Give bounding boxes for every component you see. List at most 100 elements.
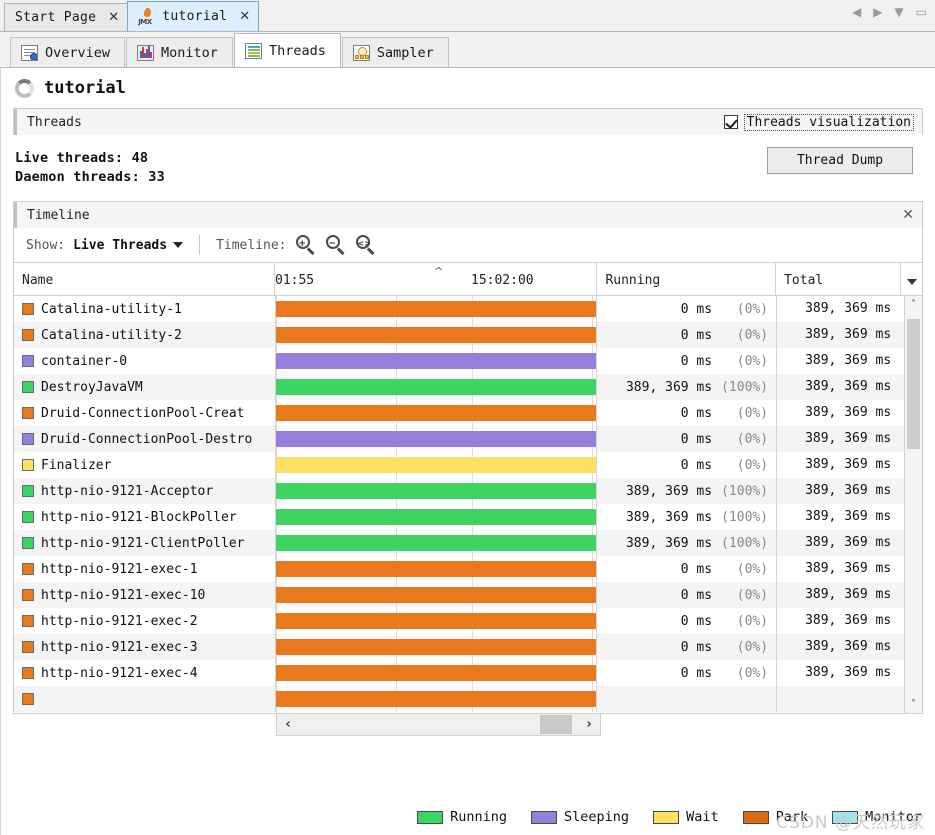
timeline-label: Timeline:	[216, 237, 287, 253]
thread-color-swatch	[22, 589, 34, 601]
tab-threads[interactable]: Threads	[233, 33, 341, 67]
column-header-running[interactable]: Running	[597, 263, 777, 295]
scroll-thumb[interactable]	[907, 319, 920, 449]
close-icon[interactable]: ✕	[902, 207, 914, 223]
running-cell: 389, 369 ms (100%)	[597, 536, 776, 551]
thread-timeline-cell[interactable]	[274, 374, 598, 400]
tab-sampler[interactable]: Sampler	[341, 37, 449, 67]
zoom-out-icon[interactable]: −	[325, 234, 347, 256]
table-row[interactable]: http-nio-9121-BlockPoller 389, 369 ms (100…	[14, 504, 922, 530]
table-vertical-scrollbar[interactable]: ˄ ˅	[904, 296, 922, 713]
scroll-up-arrow-icon[interactable]: ˄	[905, 296, 922, 313]
table-row[interactable]: http-nio-9121-Acceptor 389, 369 ms (100%) 3…	[14, 478, 922, 504]
maximize-icon[interactable]: ▭	[916, 6, 927, 18]
running-value: 0 ms	[680, 457, 713, 473]
thread-timeline-cell[interactable]	[274, 530, 598, 556]
thread-timeline-cell[interactable]	[274, 296, 598, 322]
table-header: Name ^ 01:55 15:02:00 Running Total	[14, 263, 922, 296]
checkbox-box[interactable]	[723, 115, 738, 129]
view-tabbar: Overview Monitor Threads Sampler	[0, 32, 935, 68]
thread-timeline-cell[interactable]	[274, 686, 598, 712]
table-row[interactable]: Druid-ConnectionPool-Destro 0 ms (0%) 389, …	[14, 426, 922, 452]
table-row[interactable]: Catalina-utility-2 0 ms (0%) 389, 369 ms	[14, 322, 922, 348]
table-row[interactable]: Druid-ConnectionPool-Creat 0 ms (0%) 389, 3…	[14, 400, 922, 426]
scroll-left-arrow-icon[interactable]: ‹	[277, 714, 299, 735]
thread-color-swatch	[22, 329, 34, 341]
close-icon[interactable]: ✕	[239, 10, 250, 23]
thread-timeline-cell[interactable]	[274, 452, 598, 478]
back-arrow-icon[interactable]: ◀	[852, 6, 861, 18]
thread-dump-button[interactable]: Thread Dump	[767, 147, 913, 174]
thread-state-bar	[275, 665, 597, 681]
thread-state-bar	[275, 457, 597, 473]
forward-arrow-icon[interactable]: ▶	[873, 6, 882, 18]
thread-name-cell: Druid-ConnectionPool-Creat	[14, 406, 275, 421]
table-row[interactable]: DestroyJavaVM 389, 369 ms (100%) 389, 369 m…	[14, 374, 922, 400]
scroll-thumb[interactable]	[540, 715, 572, 734]
table-body: Catalina-utility-1 0 ms (0%) 389, 369 ms Cat…	[14, 296, 922, 714]
running-value: 0 ms	[680, 613, 713, 629]
thread-timeline-cell[interactable]	[274, 660, 598, 686]
thread-timeline-cell[interactable]	[274, 400, 598, 426]
column-header-total[interactable]: Total	[776, 263, 902, 295]
thread-color-swatch	[22, 485, 34, 497]
thread-name-label: Catalina-utility-2	[41, 327, 182, 343]
running-value: 0 ms	[680, 665, 713, 681]
thread-color-swatch	[22, 303, 34, 315]
zoom-in-icon[interactable]: +	[295, 234, 317, 256]
table-row[interactable]: http-nio-9121-exec-3 0 ms (0%) 389, 369 ms	[14, 634, 922, 660]
table-row[interactable]: Catalina-utility-1 0 ms (0%) 389, 369 ms	[14, 296, 922, 322]
overview-icon	[21, 44, 38, 61]
thread-timeline-cell[interactable]	[274, 348, 598, 374]
threads-visualization-checkbox[interactable]: Threads visualization	[723, 113, 914, 131]
threads-view: tutorial Threads Threads visualization L…	[0, 68, 935, 835]
table-row[interactable]: http-nio-9121-exec-1 0 ms (0%) 389, 369 ms	[14, 556, 922, 582]
thread-state-bar	[275, 483, 597, 499]
running-percent: (0%)	[736, 561, 769, 577]
thread-timeline-cell[interactable]	[274, 608, 598, 634]
table-row[interactable]: Finalizer 0 ms (0%) 389, 369 ms	[14, 452, 922, 478]
legend-label: Running	[450, 809, 508, 825]
table-row[interactable]: http-nio-9121-exec-10 0 ms (0%) 389, 369 ms	[14, 582, 922, 608]
column-header-timeline[interactable]: ^ 01:55 15:02:00	[275, 263, 598, 295]
table-row[interactable]: http-nio-9121-ClientPoller 389, 369 ms (10…	[14, 530, 922, 556]
thread-color-swatch	[22, 381, 34, 393]
table-row[interactable]: container-0 0 ms (0%) 389, 369 ms	[14, 348, 922, 374]
window-tab-tutorial[interactable]: JMX tutorial ✕	[127, 1, 260, 31]
zoom-fit-icon[interactable]: <>	[355, 234, 377, 256]
table-row[interactable]: http-nio-9121-exec-4 0 ms (0%) 389, 369 ms	[14, 660, 922, 686]
threads-stats: Live threads: 48 Daemon threads: 33 Thre…	[1, 135, 935, 197]
dropdown-icon[interactable]: ▼	[894, 6, 903, 18]
thread-timeline-cell[interactable]	[274, 634, 598, 660]
running-cell: 389, 369 ms (100%)	[597, 484, 776, 499]
thread-timeline-cell[interactable]	[274, 556, 598, 582]
scroll-down-arrow-icon[interactable]: ˅	[905, 696, 922, 713]
column-header-name[interactable]: Name	[14, 263, 275, 295]
thread-name-label: http-nio-9121-exec-10	[41, 587, 206, 603]
legend-color-swatch	[653, 810, 680, 824]
tab-monitor[interactable]: Monitor	[126, 37, 233, 67]
table-row[interactable]: http-nio-9121-exec-2 0 ms (0%) 389, 369 ms	[14, 608, 922, 634]
running-percent: (0%)	[736, 327, 769, 343]
thread-state-bar	[275, 587, 597, 603]
thread-timeline-cell[interactable]	[274, 426, 598, 452]
thread-timeline-cell[interactable]	[274, 322, 598, 348]
jmx-icon: JMX	[138, 7, 156, 26]
timeline-horizontal-scrollbar[interactable]: ‹ ›	[276, 714, 601, 736]
thread-name-label: Finalizer	[41, 457, 112, 473]
close-icon[interactable]: ✕	[108, 11, 119, 24]
show-threads-dropdown[interactable]: Live Threads	[73, 238, 184, 253]
thread-name-label: http-nio-9121-exec-1	[41, 561, 198, 577]
tab-overview[interactable]: Overview	[10, 37, 126, 67]
window-tab-start-page[interactable]: Start Page ✕	[4, 3, 129, 31]
running-cell: 0 ms (0%)	[597, 328, 776, 343]
legend-item: Park	[742, 809, 808, 825]
thread-timeline-cell[interactable]	[274, 582, 598, 608]
column-chooser-button[interactable]	[901, 263, 922, 295]
total-value	[776, 686, 901, 712]
show-label: Show:	[26, 237, 66, 253]
scroll-right-arrow-icon[interactable]: ›	[578, 714, 600, 735]
thread-timeline-cell[interactable]	[274, 504, 598, 530]
table-row[interactable]	[14, 686, 922, 712]
thread-timeline-cell[interactable]	[274, 478, 598, 504]
